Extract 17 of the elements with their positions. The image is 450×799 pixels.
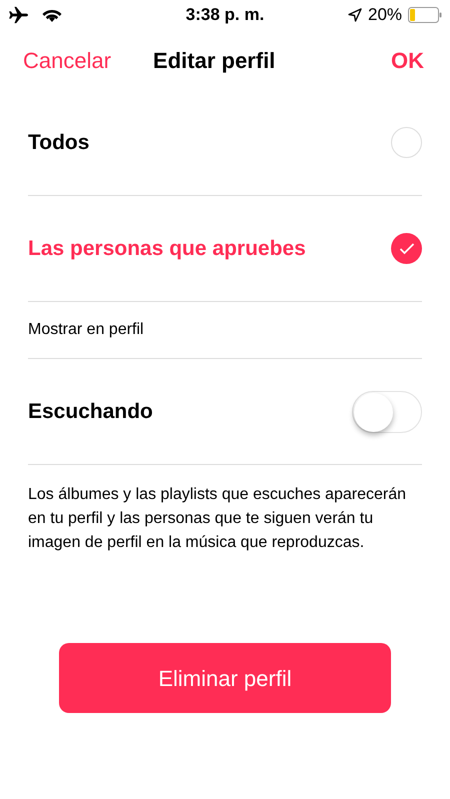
toggle-switch[interactable] bbox=[352, 390, 422, 432]
location-arrow-icon bbox=[348, 8, 362, 22]
battery-percent: 20% bbox=[368, 4, 402, 26]
status-time: 3:38 p. m. bbox=[186, 4, 264, 26]
battery-icon bbox=[408, 7, 442, 23]
page-title: Editar perfil bbox=[153, 46, 276, 75]
description-text: Los álbumes y las playlists que escuches aparecerán en tu perfil y las personas que te siguen verán tu imagen de perfil en la música que reproduzcas. bbox=[28, 485, 407, 553]
option-label[interactable]: Las personas que apruebes bbox=[28, 232, 391, 264]
wifi-icon bbox=[42, 7, 62, 23]
airplane-icon bbox=[8, 6, 30, 24]
option-label[interactable]: Todos bbox=[28, 126, 391, 158]
ok-button[interactable]: OK bbox=[391, 44, 424, 76]
delete-profile-button[interactable]: Eliminar perfil bbox=[59, 643, 391, 713]
checkmark-icon[interactable] bbox=[391, 233, 422, 264]
cancel-button[interactable]: Cancelar bbox=[23, 44, 112, 76]
section-header: Mostrar en perfil bbox=[28, 320, 144, 340]
toggle-label: Escuchando bbox=[28, 398, 154, 425]
